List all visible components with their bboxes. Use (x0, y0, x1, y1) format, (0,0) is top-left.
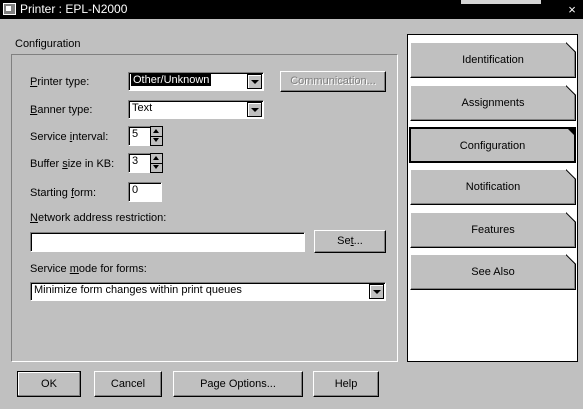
buffer-size-value: 3 (132, 155, 139, 167)
page-corner-icon (566, 42, 576, 52)
tab-label: Notification (465, 181, 521, 193)
chevron-down-icon[interactable] (247, 74, 262, 89)
tab-label: Configuration (459, 140, 526, 152)
page-corner-icon (566, 212, 576, 222)
service-interval-input[interactable]: 5 (128, 126, 151, 146)
service-mode-label: Service mode for forms: (30, 263, 147, 275)
printer-type-value: Other/Unknown (131, 74, 212, 86)
close-icon[interactable]: × (564, 3, 580, 17)
spin-down-icon[interactable] (151, 163, 162, 172)
tab-label: Assignments (461, 97, 525, 109)
starting-form-input[interactable]: 0 (128, 182, 162, 202)
chevron-down-icon[interactable] (369, 284, 384, 299)
tab-label: See Also (471, 266, 515, 278)
tab-label: Identification (462, 54, 524, 66)
set-button[interactable]: Set... (314, 230, 386, 253)
page-corner-icon (566, 254, 576, 264)
cancel-button[interactable]: Cancel (94, 371, 162, 397)
tab-assignments[interactable]: Assignments (410, 85, 576, 121)
tab-label: Features (471, 224, 515, 236)
printer-type-label-text: rinter type: (37, 76, 90, 88)
printer-type-dropdown[interactable]: Other/Unknown (128, 72, 264, 91)
banner-type-label: Banner type: (30, 104, 93, 116)
starting-form-value: 0 (132, 184, 139, 196)
group-caption: Configuration (15, 38, 81, 50)
service-interval-label: Service interval: (30, 131, 109, 143)
service-interval-spinner[interactable] (150, 126, 163, 146)
communication-button[interactable]: Communication... (280, 71, 386, 92)
service-mode-value: Minimize form changes within print queue… (34, 284, 242, 296)
network-restriction-input[interactable] (30, 232, 305, 252)
service-interval-value: 5 (132, 128, 139, 140)
buffer-size-label: Buffer size in KB: (30, 158, 115, 170)
tab-identification[interactable]: Identification (410, 42, 576, 78)
tab-notification[interactable]: Notification (410, 169, 576, 205)
buffer-size-spinner[interactable] (150, 153, 163, 173)
tab-features[interactable]: Features (410, 212, 576, 248)
ok-button[interactable]: OK (17, 371, 81, 397)
title-bar-strip (461, 0, 541, 4)
title-bar: Printer : EPL-N2000 × (0, 0, 583, 19)
printer-type-label: Printer type: (30, 76, 90, 88)
page-options-button[interactable]: Page Options... (173, 371, 303, 397)
buffer-size-input[interactable]: 3 (128, 153, 151, 173)
network-restriction-label: Network address restriction: (30, 212, 167, 224)
printer-icon[interactable] (3, 3, 16, 15)
page-corner-icon (566, 169, 576, 179)
banner-type-dropdown[interactable]: Text (128, 100, 264, 119)
tab-see-also[interactable]: See Also (410, 254, 576, 290)
starting-form-label: Starting form: (30, 187, 97, 199)
help-button[interactable]: Help (313, 371, 379, 397)
banner-type-value: Text (132, 102, 153, 114)
window-title: Printer : EPL-N2000 (20, 2, 128, 16)
page-corner-icon (566, 85, 576, 95)
spin-down-icon[interactable] (151, 136, 162, 145)
chevron-down-icon[interactable] (247, 102, 262, 117)
page-corner-icon (566, 127, 576, 137)
service-mode-dropdown[interactable]: Minimize form changes within print queue… (30, 282, 386, 301)
tab-configuration[interactable]: Configuration (409, 127, 576, 163)
